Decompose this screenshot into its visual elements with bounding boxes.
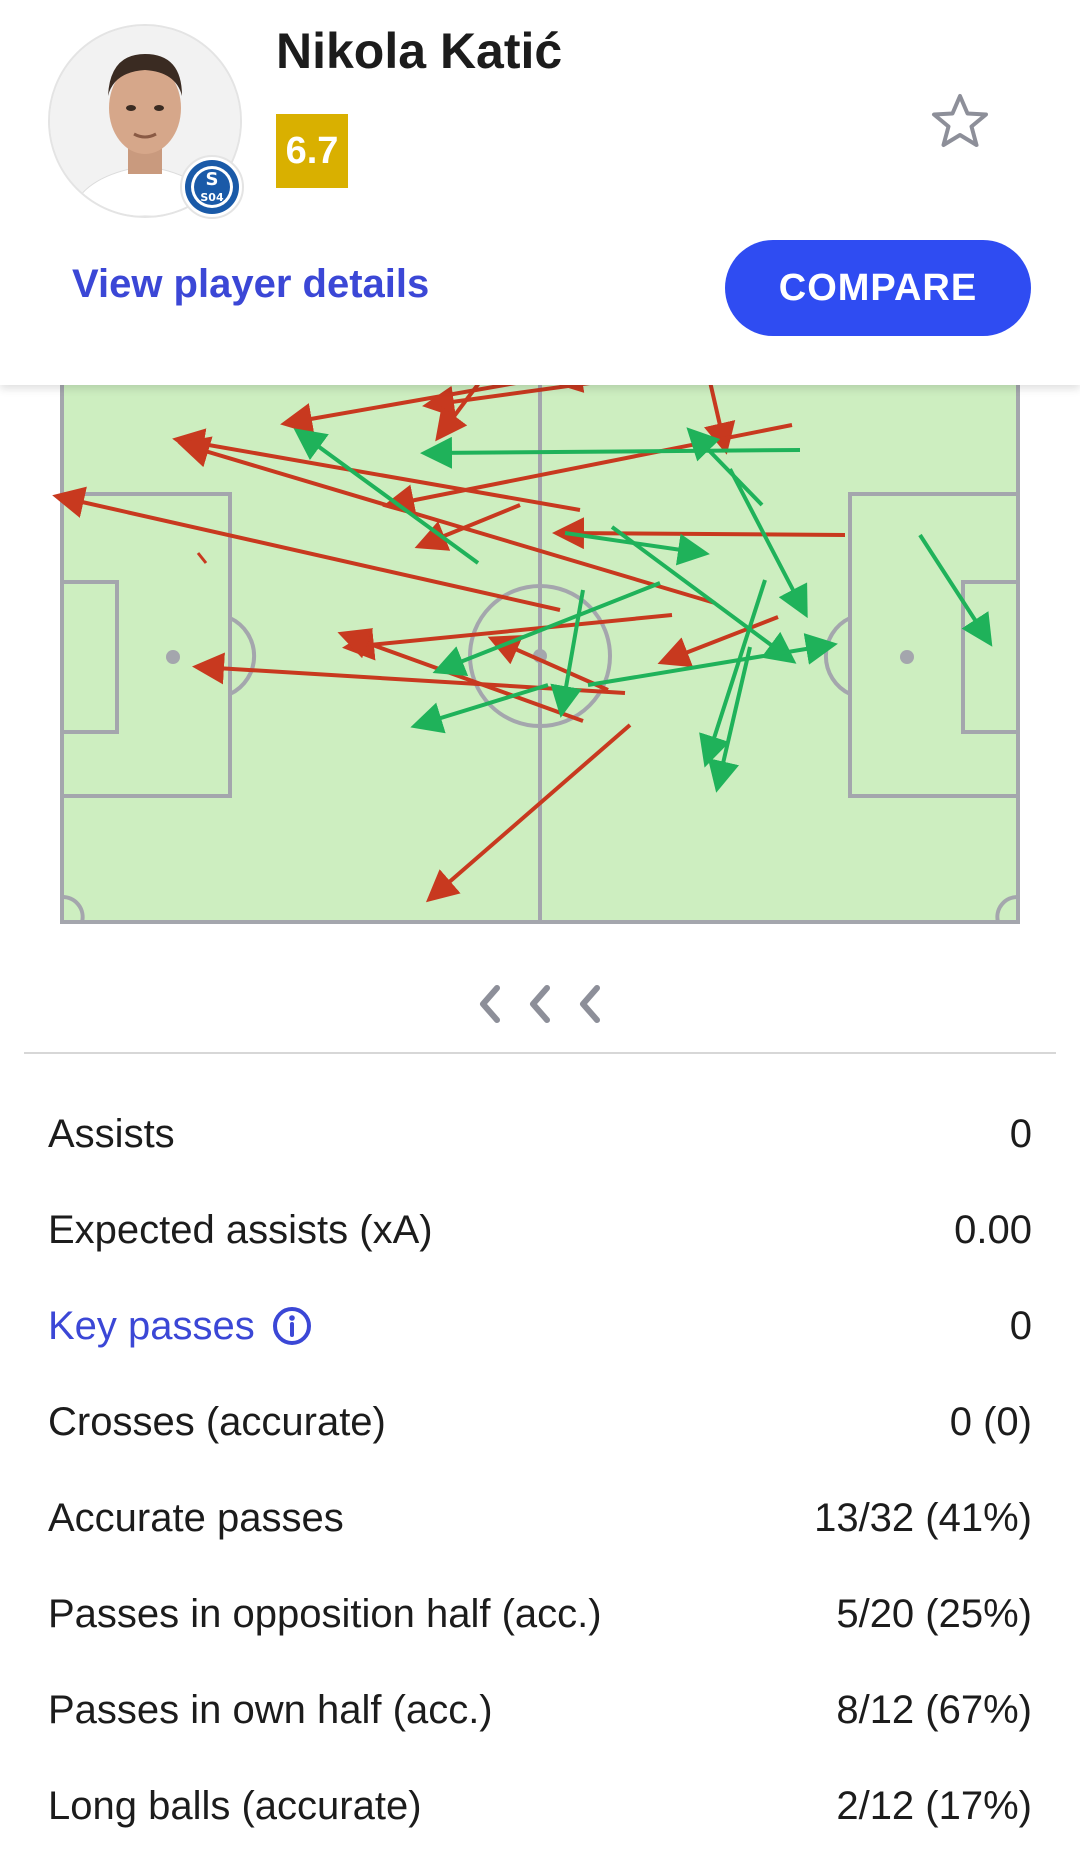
stat-row-expected-assists: Expected assists (xA) 0.00 bbox=[48, 1200, 1032, 1260]
stat-label: Passes in own half (acc.) bbox=[48, 1687, 493, 1732]
stat-value: 2/12 (17%) bbox=[836, 1783, 1032, 1828]
schalke-badge-icon: S S04 bbox=[185, 160, 239, 214]
star-outline-icon bbox=[932, 94, 988, 147]
player-name: Nikola Katić bbox=[276, 23, 563, 79]
club-badge[interactable]: S S04 bbox=[180, 155, 244, 219]
rating-badge: 6.7 bbox=[276, 114, 348, 188]
pass-map bbox=[0, 385, 1080, 955]
stat-value: 0 bbox=[1009, 1111, 1032, 1156]
stat-row-accurate-passes: Accurate passes 13/32 (41%) bbox=[48, 1488, 1032, 1548]
stat-label: Crosses (accurate) bbox=[48, 1399, 386, 1444]
svg-text:S: S bbox=[206, 169, 219, 190]
pass-map-pitch bbox=[52, 385, 1020, 924]
stat-label: Long balls (accurate) bbox=[48, 1783, 422, 1828]
pass-map-pager[interactable] bbox=[475, 980, 605, 1028]
view-player-details-link[interactable]: View player details bbox=[72, 262, 429, 307]
key-passes-link[interactable]: Key passes bbox=[48, 1304, 313, 1349]
stat-label: Passes in opposition half (acc.) bbox=[48, 1591, 602, 1636]
section-divider bbox=[24, 1052, 1056, 1054]
stat-value: 0 (0) bbox=[949, 1399, 1032, 1444]
stat-value: 8/12 (67%) bbox=[836, 1687, 1032, 1732]
stat-row-long-balls: Long balls (accurate) 2/12 (17%) bbox=[48, 1776, 1032, 1836]
info-icon[interactable] bbox=[271, 1305, 313, 1347]
stat-row-assists: Assists 0 bbox=[48, 1104, 1032, 1164]
stat-row-key-passes: Key passes 0 bbox=[48, 1296, 1032, 1356]
stat-value: 5/20 (25%) bbox=[836, 1591, 1032, 1636]
compare-button[interactable]: COMPARE bbox=[725, 240, 1031, 336]
svg-text:S04: S04 bbox=[200, 191, 224, 204]
stat-label: Accurate passes bbox=[48, 1495, 344, 1540]
pass-arrow bbox=[552, 517, 846, 550]
stat-value: 0 bbox=[1009, 1303, 1032, 1348]
stat-label: Expected assists (xA) bbox=[48, 1207, 433, 1252]
player-header: S S04 Nikola Katić 6.7 View player detai… bbox=[0, 0, 1080, 385]
pitch-markings bbox=[60, 385, 1020, 924]
stat-row-crosses: Crosses (accurate) 0 (0) bbox=[48, 1392, 1032, 1452]
stat-row-passes-own-half: Passes in own half (acc.) 8/12 (67%) bbox=[48, 1680, 1032, 1740]
stat-value: 13/32 (41%) bbox=[814, 1495, 1032, 1540]
stat-label: Assists bbox=[48, 1111, 175, 1156]
stat-row-passes-opposition-half: Passes in opposition half (acc.) 5/20 (2… bbox=[48, 1584, 1032, 1644]
favorite-button[interactable] bbox=[928, 90, 992, 154]
stat-value: 0.00 bbox=[954, 1207, 1032, 1252]
stat-label: Key passes bbox=[48, 1303, 255, 1348]
chevron-left-icons bbox=[480, 985, 600, 1023]
